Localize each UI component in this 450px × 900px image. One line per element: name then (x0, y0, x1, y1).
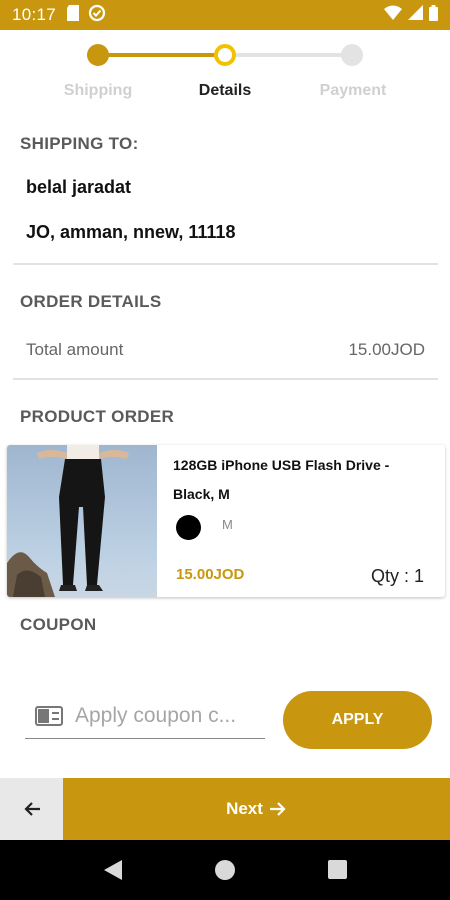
product-order-title: PRODUCT ORDER (20, 407, 175, 426)
step-payment-dot (341, 44, 363, 66)
wifi-icon (384, 5, 402, 25)
step-details-dot (214, 44, 236, 66)
shipping-section-title: SHIPPING TO: (20, 134, 139, 153)
back-button[interactable] (0, 778, 63, 840)
stepper-line-complete (98, 53, 226, 57)
coupon-ticket-icon (35, 706, 63, 726)
arrow-left-icon (23, 801, 41, 817)
data-saver-icon (88, 4, 106, 27)
coupon-input[interactable] (75, 704, 255, 728)
step-payment-label: Payment (319, 82, 387, 99)
nav-home-icon[interactable] (215, 860, 235, 880)
system-nav-bar (0, 840, 450, 900)
product-card[interactable]: 128GB iPhone USB Flash Drive - Black, M … (7, 445, 445, 597)
step-shipping-dot (87, 44, 109, 66)
checkout-stepper: Shipping Details Payment (0, 30, 450, 110)
next-button[interactable]: Next (63, 778, 450, 840)
shipping-address: JO, amman, nnew, 11118 (26, 222, 236, 242)
stepper-line-pending (226, 53, 354, 57)
next-button-label: Next (226, 799, 263, 818)
sd-card-icon (66, 4, 80, 26)
arrow-right-icon (269, 801, 287, 817)
divider (13, 378, 438, 380)
coupon-field[interactable] (25, 694, 265, 739)
signal-icon (408, 5, 423, 25)
product-image (7, 445, 157, 597)
product-price: 15.00JOD (176, 566, 245, 583)
divider (13, 263, 438, 265)
apply-coupon-button[interactable]: APPLY (283, 691, 432, 749)
product-quantity: Qty : 1 (370, 566, 424, 586)
order-details-title: ORDER DETAILS (20, 292, 162, 311)
status-bar: 10:17 (0, 0, 450, 30)
total-amount-label: Total amount (26, 340, 124, 359)
total-amount-value: 15.00JOD (348, 340, 425, 359)
shipping-name: belal jaradat (26, 177, 132, 197)
nav-recents-icon[interactable] (328, 860, 347, 879)
product-name: 128GB iPhone USB Flash Drive - Black, M (173, 457, 390, 502)
product-size: M (222, 517, 233, 532)
step-details-label: Details (198, 82, 252, 99)
nav-back-icon[interactable] (104, 860, 122, 885)
status-time: 10:17 (12, 5, 57, 24)
step-shipping-label: Shipping (63, 82, 133, 99)
coupon-section-title: COUPON (20, 615, 97, 634)
battery-icon (429, 4, 438, 26)
product-color-swatch (176, 515, 201, 540)
